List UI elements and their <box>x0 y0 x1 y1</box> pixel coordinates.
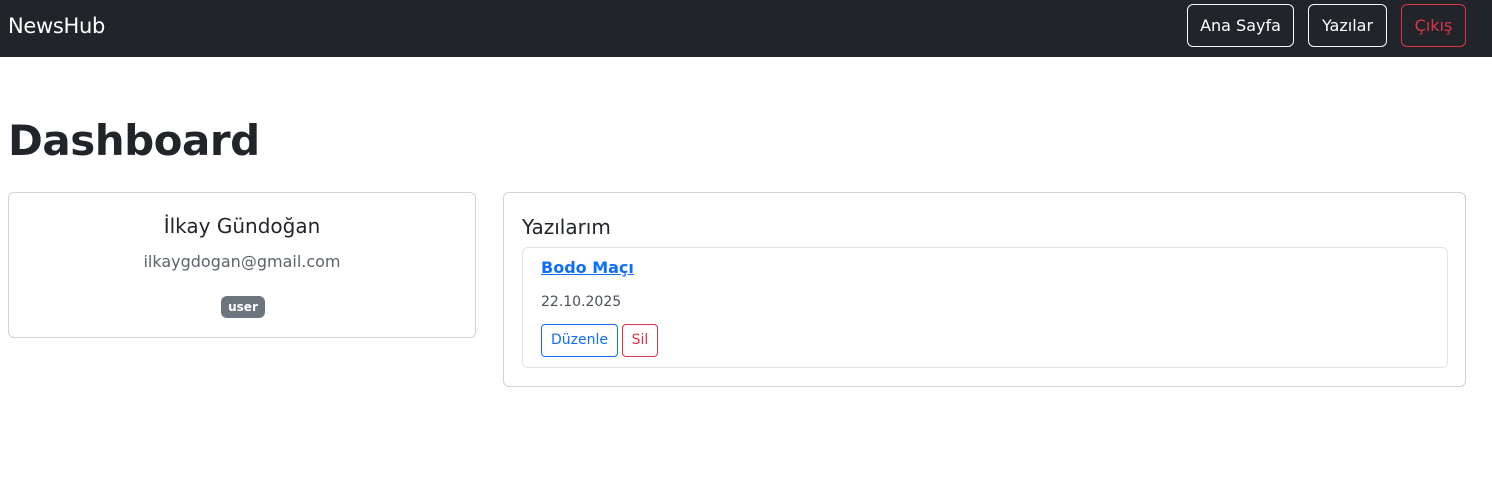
post-list-item: Bodo Maçı 22.10.2025 Düzenle Sil <box>522 247 1448 368</box>
delete-post-button[interactable]: Sil <box>622 324 658 357</box>
home-button[interactable]: Ana Sayfa <box>1187 4 1294 47</box>
post-date: 22.10.2025 <box>541 294 622 310</box>
profile-name: İlkay Gündoğan <box>163 214 321 238</box>
post-title-link[interactable]: Bodo Maçı <box>541 257 634 279</box>
logout-button[interactable]: Çıkış <box>1401 4 1466 47</box>
posts-button[interactable]: Yazılar <box>1308 4 1387 47</box>
profile-email: ilkaygdogan@gmail.com <box>143 252 341 271</box>
profile-card: İlkay Gündoğan ilkaygdogan@gmail.com use… <box>8 192 476 338</box>
page-title: Dashboard <box>8 116 260 165</box>
my-posts-title: Yazılarım <box>522 215 611 239</box>
edit-post-button[interactable]: Düzenle <box>541 324 618 357</box>
brand-link[interactable]: NewsHub <box>8 12 105 40</box>
role-badge: user <box>221 296 265 318</box>
top-navbar: NewsHub Ana Sayfa Yazılar Çıkış <box>0 0 1492 57</box>
my-posts-card: Yazılarım Bodo Maçı 22.10.2025 Düzenle S… <box>503 192 1466 387</box>
